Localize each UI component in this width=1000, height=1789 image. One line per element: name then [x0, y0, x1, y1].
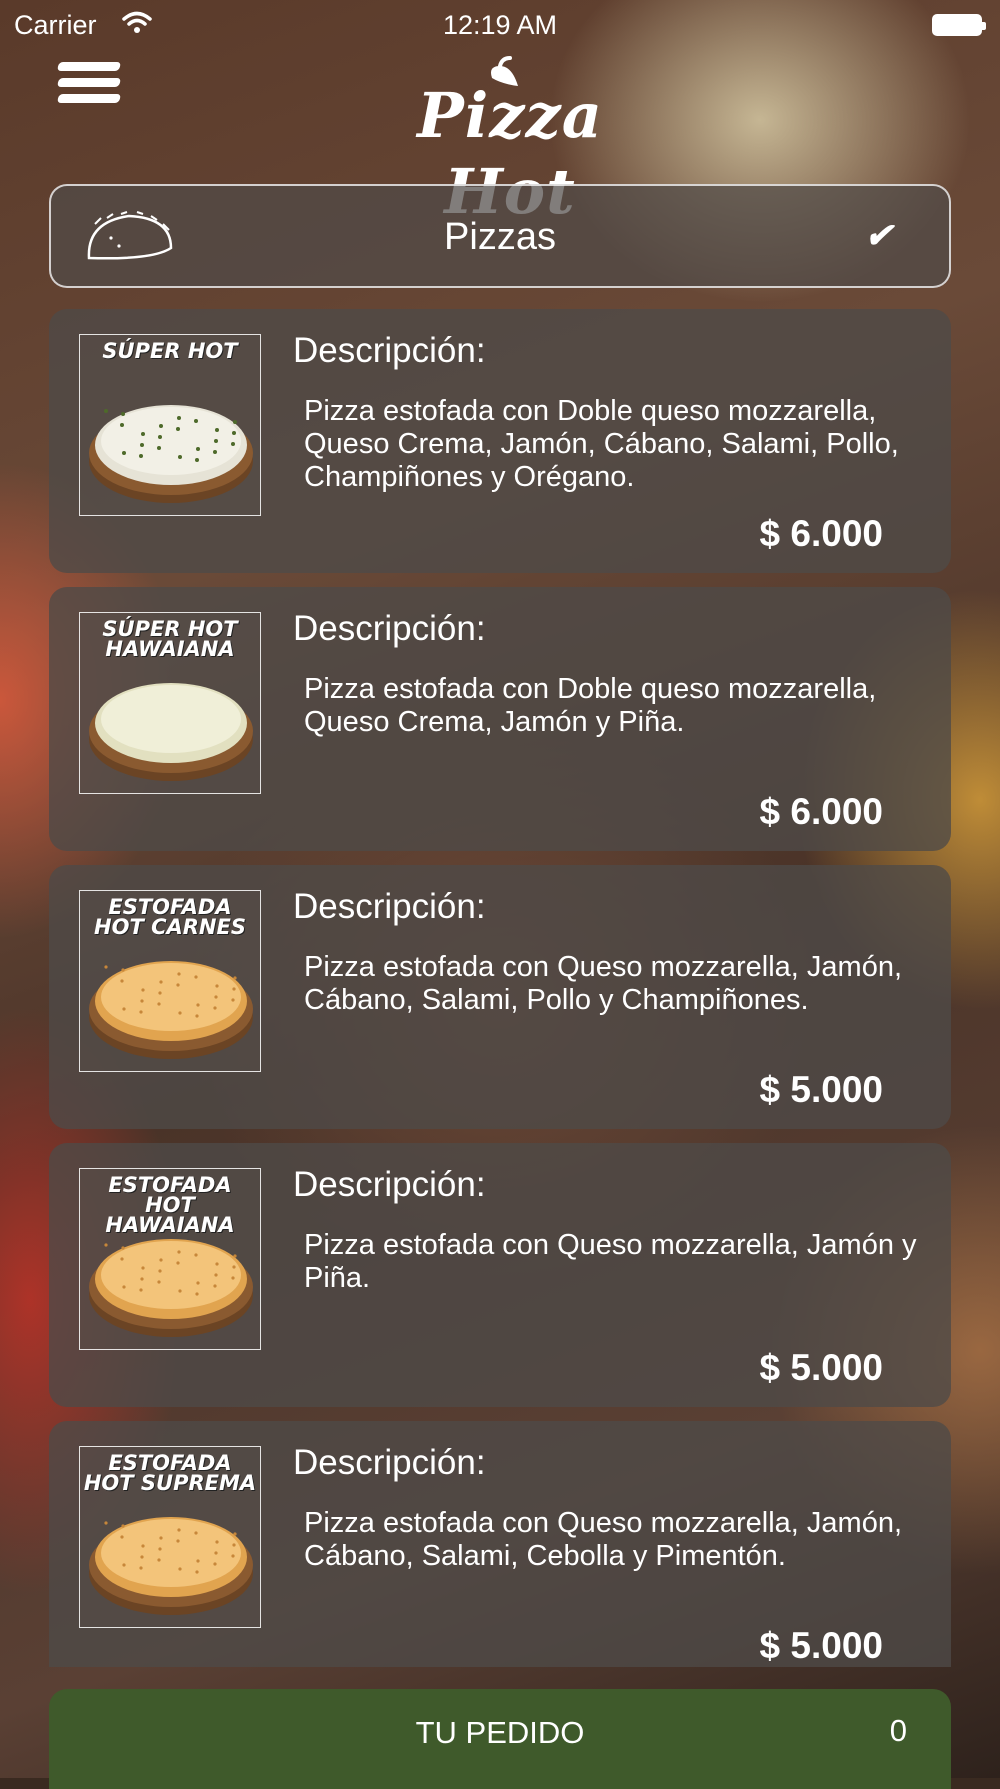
category-dropdown[interactable]: Pizzas ✔	[49, 184, 951, 288]
product-description: Pizza estofada con Queso mozzarella, Jam…	[304, 1507, 903, 1572]
product-card[interactable]: Estofada Hot Carnes Descripción: Pizza e…	[49, 865, 951, 1129]
product-description-heading: Descripción:	[293, 887, 486, 926]
product-image-label: Estofada Hot Carnes	[94, 895, 246, 939]
order-count-badge: 0	[889, 1713, 907, 1748]
product-description: Pizza estofada con Doble queso mozzarell…	[304, 673, 877, 738]
status-bar: Carrier 12:19 AM	[0, 0, 1000, 50]
product-image-label: Estofada Hot Suprema	[83, 1451, 257, 1495]
hamburger-menu-icon[interactable]	[56, 60, 124, 108]
product-card[interactable]: Estofada Hot Hawaiana Descripción: Pizza…	[49, 1143, 951, 1407]
product-price: $ 5.000	[759, 1069, 883, 1110]
product-price: $ 6.000	[759, 513, 883, 554]
pizza-image	[89, 1239, 253, 1337]
product-image: Súper Hot	[79, 334, 261, 516]
product-price: $ 5.000	[759, 1625, 883, 1666]
product-image: Súper Hot Hawaiana	[79, 612, 261, 794]
product-image: Estofada Hot Suprema	[79, 1446, 261, 1628]
product-image-label: Súper Hot Hawaiana	[102, 617, 238, 661]
product-description-heading: Descripción:	[293, 1443, 486, 1482]
pizza-image	[89, 405, 253, 503]
product-card[interactable]: Súper Hot Hawaiana Descripción: Pizza es…	[49, 587, 951, 851]
pizza-image	[89, 1517, 253, 1615]
order-button[interactable]: TU PEDIDO 0	[49, 1689, 951, 1789]
product-description-heading: Descripción:	[293, 331, 486, 370]
product-price: $ 5.000	[759, 1347, 883, 1388]
status-time: 12:19 AM	[442, 10, 558, 40]
pizza-image	[89, 683, 253, 781]
product-image: Estofada Hot Carnes	[79, 890, 261, 1072]
chili-icon	[491, 56, 518, 86]
battery-icon	[932, 14, 986, 36]
product-card[interactable]: Estofada Hot Suprema Descripción: Pizza …	[49, 1421, 951, 1667]
product-card[interactable]: Súper Hot Descripción: Pizza estofada co…	[49, 309, 951, 573]
chevron-down-icon: ✔	[864, 217, 894, 255]
product-description-heading: Descripción:	[293, 1165, 486, 1204]
product-price: $ 6.000	[759, 791, 883, 832]
product-description-heading: Descripción:	[293, 609, 486, 648]
product-list[interactable]: Súper Hot Descripción: Pizza estofada co…	[49, 309, 951, 1667]
product-description: Pizza estofada con Queso mozzarella, Jam…	[304, 951, 903, 1016]
app-logo: Pizza Hot	[360, 56, 660, 228]
product-description: Pizza estofada con Doble queso mozzarell…	[304, 395, 899, 493]
pizza-image	[89, 961, 253, 1059]
category-label: Pizzas	[444, 216, 556, 258]
order-label: TU PEDIDO	[415, 1715, 585, 1750]
product-image-label: Súper Hot	[102, 339, 238, 363]
product-image: Estofada Hot Hawaiana	[79, 1168, 261, 1350]
product-description: Pizza estofada con Queso mozzarella, Jam…	[304, 1229, 917, 1294]
